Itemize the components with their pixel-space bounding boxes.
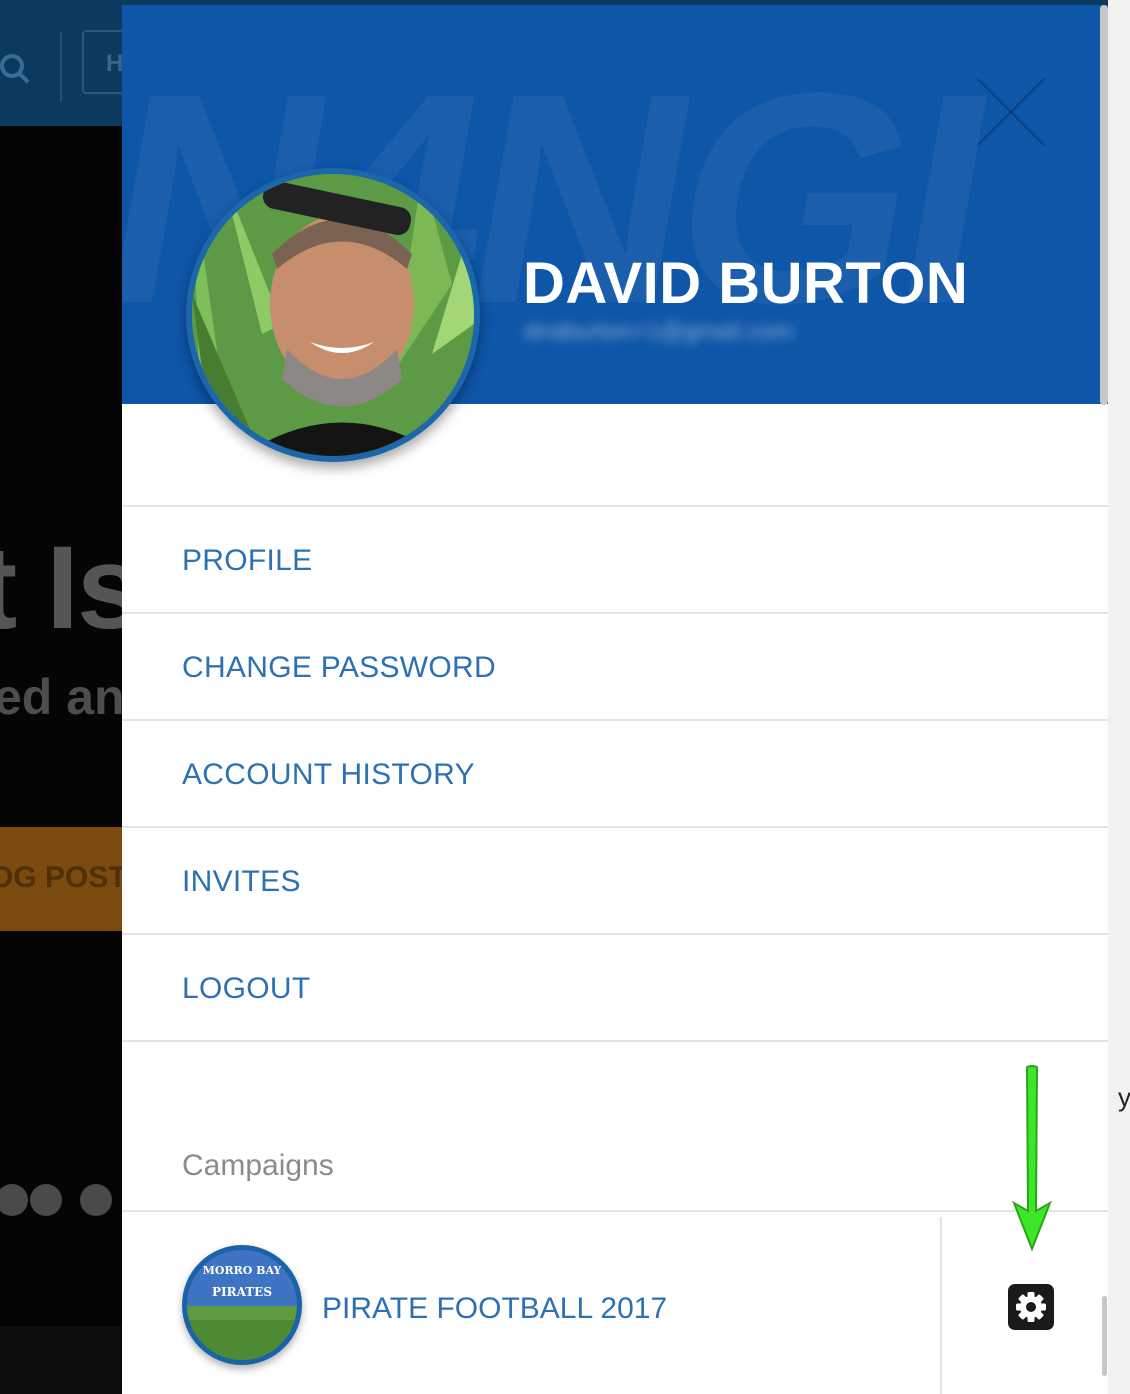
background-hero: [0, 126, 130, 1326]
background-right-strip: y: [1108, 0, 1130, 1394]
campaign-settings-divider: [940, 1217, 942, 1394]
campaign-name: PIRATE FOOTBALL 2017: [322, 1292, 668, 1325]
menu-item-label: ACCOUNT HISTORY: [182, 758, 475, 791]
close-icon[interactable]: [974, 75, 1048, 149]
search-icon: [0, 54, 30, 84]
menu-item-logout[interactable]: LOGOUT: [122, 933, 1108, 1040]
user-name: DAVID BURTON: [523, 251, 969, 316]
avatar-photo: [192, 174, 474, 456]
carousel-dot: [80, 1184, 112, 1216]
menu-item-label: PROFILE: [182, 544, 313, 577]
menu-item-label: CHANGE PASSWORD: [182, 651, 496, 684]
background-headline: t Is: [0, 522, 142, 654]
user-email: dnaburton+1@gmail.com: [524, 318, 794, 345]
scrollbar-lower[interactable]: [1102, 1296, 1107, 1376]
menu-item-change-password[interactable]: CHANGE PASSWORD: [122, 612, 1108, 719]
menu-item-label: INVITES: [182, 865, 301, 898]
menu-item-profile[interactable]: PROFILE: [122, 505, 1108, 612]
svg-text:MORRO BAY: MORRO BAY: [203, 1264, 282, 1277]
campaigns-heading: Campaigns: [182, 1149, 334, 1182]
campaign-logo-image: MORRO BAY PIRATES: [187, 1250, 297, 1360]
menu-divider: [122, 1040, 1108, 1042]
background-cta-label: OG POST: [0, 861, 127, 894]
campaign-logo: MORRO BAY PIRATES: [182, 1245, 302, 1365]
menu-item-account-history[interactable]: ACCOUNT HISTORY: [122, 719, 1108, 826]
background-cta: OG POST: [0, 827, 130, 931]
account-menu: PROFILE CHANGE PASSWORD ACCOUNT HISTORY …: [122, 505, 1108, 1042]
menu-item-invites[interactable]: INVITES: [122, 826, 1108, 933]
svg-text:PIRATES: PIRATES: [212, 1285, 272, 1299]
account-drawer: N4NGI DAVID BURTON dnaburton+1@gmail.com: [122, 5, 1108, 1394]
avatar[interactable]: [186, 168, 480, 462]
gear-icon[interactable]: [1007, 1283, 1055, 1331]
arrow-down-icon: [1012, 1065, 1052, 1251]
menu-item-label: LOGOUT: [182, 972, 311, 1005]
campaign-item[interactable]: MORRO BAY PIRATES PIRATE FOOTBALL 2017: [122, 1212, 940, 1394]
carousel-dot: [30, 1184, 62, 1216]
background-divider: [60, 32, 62, 102]
scrollbar[interactable]: [1100, 5, 1108, 405]
